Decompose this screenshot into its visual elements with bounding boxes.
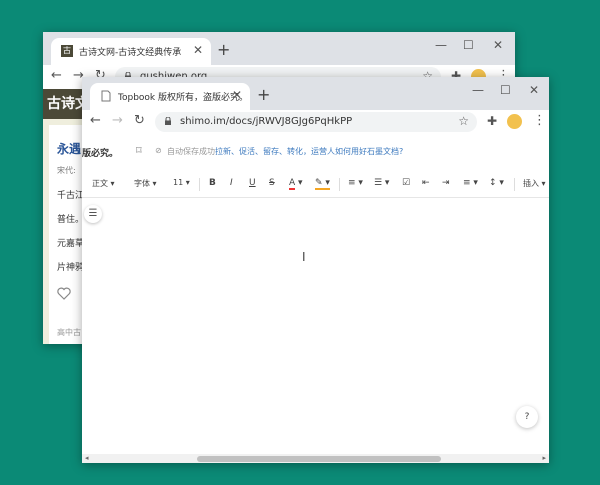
text-cursor-icon: I [302, 250, 306, 264]
minimize-button[interactable]: — [435, 38, 447, 52]
horizontal-scrollbar[interactable]: ◂ ▸ [82, 454, 549, 463]
lock-icon [165, 117, 171, 125]
poem-line: 千古江 [57, 191, 85, 201]
footer-tag[interactable]: 高中古 [57, 327, 81, 338]
checklist-icon[interactable]: ☑ [402, 178, 410, 188]
document-header: 版必究。 ⌑ ⊘ 自动保存成功 拉新、促活、留存、转化，运营人如何用好石墨文档? [82, 134, 549, 173]
tab-title: 古诗文网-古诗文经典传承 [79, 48, 182, 58]
scroll-right-icon[interactable]: ▸ [542, 454, 546, 462]
numbered-list-icon[interactable]: ≡ ▾ [348, 178, 363, 188]
gushiwen-favicon-icon: 古 [61, 45, 73, 57]
tab-strip: 古 古诗文网-古诗文经典传承 ✕ + — ☐ ✕ [43, 32, 515, 65]
document-icon [101, 90, 111, 102]
heart-icon[interactable] [57, 287, 71, 300]
outline-menu-button[interactable]: ☰ [84, 205, 102, 223]
close-tab-icon[interactable]: ✕ [232, 88, 242, 102]
underline-button[interactable]: U [249, 178, 256, 188]
strikethrough-button[interactable]: S [269, 178, 275, 188]
outdent-icon[interactable]: ⇤ [422, 178, 430, 188]
italic-button[interactable]: I [230, 178, 233, 188]
divider [514, 178, 515, 191]
insert-dropdown[interactable]: 插入 ▾ [523, 178, 546, 189]
menu-icon[interactable]: ⋮ [533, 113, 546, 128]
tab-gushiwen[interactable]: 古 古诗文网-古诗文经典传承 ✕ [51, 38, 211, 65]
reload-button[interactable]: ↻ [134, 113, 145, 128]
highlight-icon[interactable]: ✎ ▾ [315, 178, 330, 190]
back-button[interactable]: ← [51, 68, 62, 83]
autosave-status: 自动保存成功 [167, 147, 215, 156]
minimize-button[interactable]: — [472, 83, 484, 97]
poem-line: 元嘉草 [57, 239, 85, 249]
poem-line: 片神鸦 [57, 263, 85, 273]
front-browser-window: Topbook 版权所有，盗版必究。 ✕ + — ☐ ✕ ← → ↻ shimo… [82, 77, 549, 463]
font-family-dropdown[interactable]: 字体 ▾ [134, 178, 157, 189]
dynasty-label: 宋代: [57, 166, 76, 175]
address-bar[interactable]: shimo.im/docs/jRWVJ8GJg6PqHkPP ☆ [155, 112, 477, 132]
bookmark-star-icon[interactable]: ☆ [458, 114, 469, 128]
indent-icon[interactable]: ⇥ [442, 178, 450, 188]
tab-strip: Topbook 版权所有，盗版必究。 ✕ + — ☐ ✕ [82, 77, 549, 110]
align-icon[interactable]: ≡ ▾ [463, 178, 478, 188]
bookmark-icon[interactable]: ⌑ [136, 144, 142, 157]
close-tab-icon[interactable]: ✕ [193, 43, 203, 57]
divider [199, 178, 200, 191]
profile-avatar[interactable] [507, 114, 522, 129]
help-button[interactable]: ? [516, 406, 538, 428]
maximize-button[interactable]: ☐ [500, 83, 511, 97]
back-button[interactable]: ← [90, 113, 101, 128]
format-toolbar: 正文 ▾ 字体 ▾ 11 ▾ B I U S A ▾ ✎ ▾ ≡ ▾ ☰ ▾ ☑… [82, 172, 549, 198]
poem-title[interactable]: 永遇 [57, 140, 81, 157]
poem-line: 普住。 [57, 215, 85, 225]
tab-shimo[interactable]: Topbook 版权所有，盗版必究。 ✕ [90, 83, 250, 110]
font-color-button[interactable]: A ▾ [289, 178, 303, 190]
new-tab-button[interactable]: + [217, 40, 230, 59]
paragraph-style-dropdown[interactable]: 正文 ▾ [92, 178, 115, 189]
document-editor[interactable]: ☰ I ? [82, 198, 549, 454]
promo-link[interactable]: 拉新、促活、留存、转化，运营人如何用好石墨文档? [215, 146, 403, 157]
new-tab-button[interactable]: + [257, 85, 270, 104]
tab-title: Topbook 版权所有，盗版必究。 [118, 93, 248, 103]
forward-button[interactable]: → [112, 113, 123, 128]
check-circle-icon: ⊘ [155, 146, 162, 155]
font-size-dropdown[interactable]: 11 ▾ [173, 178, 190, 187]
scroll-left-icon[interactable]: ◂ [85, 454, 89, 462]
close-window-button[interactable]: ✕ [529, 83, 539, 97]
divider [339, 178, 340, 191]
extensions-icon[interactable]: ✚ [487, 114, 497, 128]
close-window-button[interactable]: ✕ [493, 38, 503, 52]
bullet-list-icon[interactable]: ☰ ▾ [374, 178, 389, 188]
maximize-button[interactable]: ☐ [463, 38, 474, 52]
browser-toolbar: ← → ↻ shimo.im/docs/jRWVJ8GJg6PqHkPP ☆ ✚… [82, 110, 549, 134]
scrollbar-thumb[interactable] [197, 456, 441, 462]
line-spacing-icon[interactable]: ↕ ▾ [489, 178, 504, 188]
url-text: shimo.im/docs/jRWVJ8GJg6PqHkPP [180, 116, 353, 127]
document-title[interactable]: 版必究。 [82, 146, 118, 159]
bold-button[interactable]: B [209, 178, 216, 188]
